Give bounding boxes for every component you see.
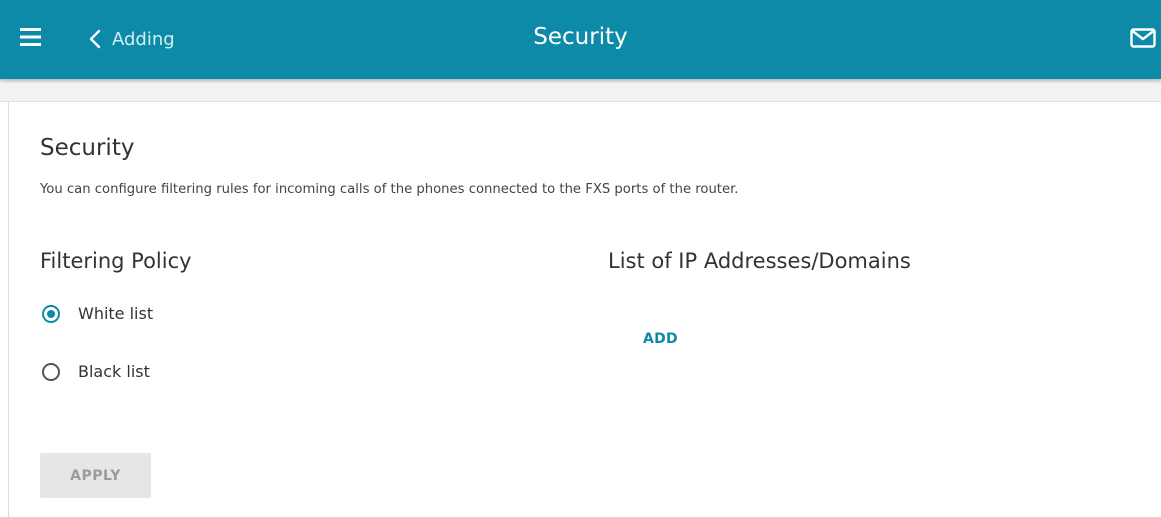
panel-edge [8, 101, 9, 517]
section-description: You can configure filtering rules for in… [40, 182, 739, 197]
radio-white-list[interactable]: White list [42, 304, 153, 323]
radio-black-list-label: Black list [78, 362, 150, 381]
mail-icon[interactable] [1130, 28, 1156, 48]
top-bar: Adding Security [0, 0, 1161, 79]
radio-unchecked-icon[interactable] [42, 362, 60, 381]
radio-checked-icon[interactable] [42, 304, 60, 323]
add-button[interactable]: ADD [643, 331, 678, 347]
apply-button[interactable]: APPLY [40, 453, 151, 498]
header-divider-strip [0, 79, 1161, 102]
page-title: Security [533, 24, 628, 50]
radio-white-list-label: White list [78, 304, 154, 323]
ip-list-title: List of IP Addresses/Domains [608, 249, 911, 273]
filtering-policy-title: Filtering Policy [40, 249, 192, 273]
radio-black-list[interactable]: Black list [42, 362, 150, 381]
section-title: Security [40, 135, 135, 161]
